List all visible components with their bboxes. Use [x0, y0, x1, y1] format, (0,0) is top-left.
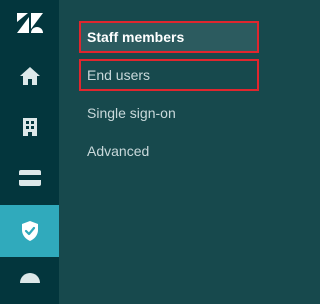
zendesk-logo-button[interactable]	[0, 0, 59, 46]
nav-security-button[interactable]	[0, 205, 59, 257]
nav-organizations-button[interactable]	[0, 101, 59, 153]
building-icon	[22, 118, 37, 136]
subnav-item-label: Advanced	[87, 143, 150, 159]
subnav-item-staff-members[interactable]: Staff members	[79, 21, 259, 53]
zendesk-logo-icon	[16, 13, 43, 33]
subnav-item-end-users[interactable]: End users	[79, 59, 259, 91]
subnav-item-label: Staff members	[87, 29, 185, 45]
credit-card-icon	[18, 170, 41, 186]
subnav-item-single-sign-on[interactable]: Single sign-on	[79, 97, 259, 129]
subnav-item-label: End users	[87, 67, 151, 83]
half-circle-icon	[19, 273, 40, 283]
subnav-item-label: Single sign-on	[87, 105, 176, 121]
subnav-item-advanced[interactable]: Advanced	[79, 135, 259, 167]
home-icon	[19, 67, 40, 85]
admin-center-app: Staff members End users Single sign-on A…	[0, 0, 278, 304]
primary-nav-rail	[0, 0, 59, 304]
shield-check-icon	[21, 221, 38, 241]
nav-billing-button[interactable]	[0, 152, 59, 204]
nav-home-button[interactable]	[0, 50, 59, 102]
security-subnav: Staff members End users Single sign-on A…	[59, 0, 278, 304]
nav-more-button[interactable]	[0, 257, 59, 304]
